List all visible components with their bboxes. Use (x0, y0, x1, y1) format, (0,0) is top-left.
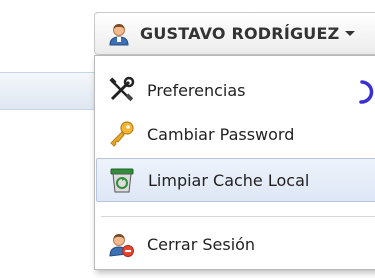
logout-user-icon (107, 230, 135, 258)
menu-item-cerrar-sesion[interactable]: Cerrar Sesión (96, 222, 375, 266)
key-icon (107, 120, 135, 148)
menu-item-label: Cambiar Password (147, 124, 295, 144)
menu-item-preferencias[interactable]: Preferencias (96, 68, 375, 112)
user-dropdown-menu: Preferencias Cambiar Password Limpiar Ca… (94, 55, 375, 270)
menu-item-limpiar-cache-local[interactable]: Limpiar Cache Local (96, 158, 375, 202)
menu-item-label: Limpiar Cache Local (148, 170, 310, 190)
user-icon (107, 22, 131, 46)
menu-item-label: Cerrar Sesión (147, 234, 256, 254)
user-menu-button[interactable]: GUSTAVO RODRÍGUEZ (94, 12, 375, 55)
tools-icon (107, 76, 135, 104)
user-name: GUSTAVO RODRÍGUEZ (140, 24, 340, 43)
background-toolbar (0, 72, 100, 110)
recycle-bin-icon (108, 166, 136, 194)
menu-item-cambiar-password[interactable]: Cambiar Password (96, 112, 375, 156)
menu-divider (101, 216, 375, 217)
caret-down-icon (345, 31, 356, 36)
spinner-icon (359, 80, 374, 104)
menu-item-label: Preferencias (147, 80, 246, 100)
